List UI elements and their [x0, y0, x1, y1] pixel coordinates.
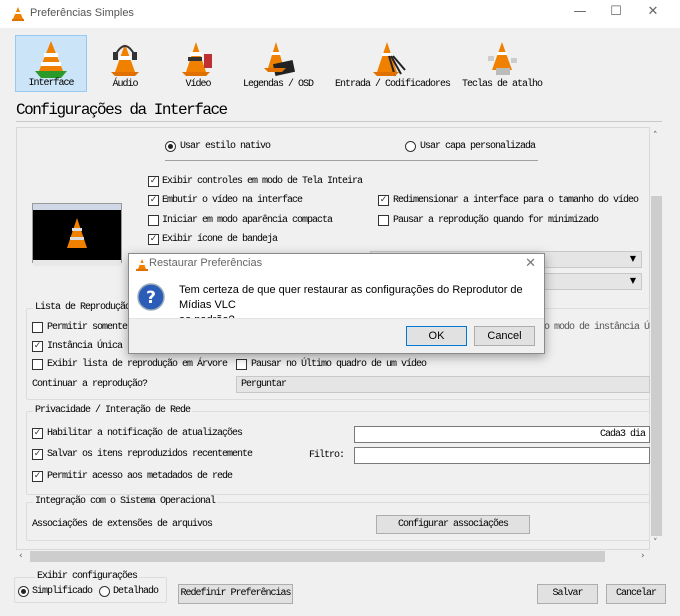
update-notification-checkbox[interactable]: ✓	[32, 428, 43, 439]
svg-text:?: ?	[146, 288, 156, 308]
advanced-radio[interactable]	[99, 586, 110, 597]
tab-label: Vídeo	[185, 79, 211, 90]
filter-label: Filtro:	[309, 450, 345, 461]
pause-minimized-checkbox[interactable]	[378, 215, 389, 226]
update-notification-label: Habilitar a notificação de atualizações	[47, 428, 243, 439]
pause-last-frame-label: Pausar no Último quadro de um vídeo	[251, 359, 427, 370]
allow-one-checkbox[interactable]	[32, 322, 43, 333]
tray-icon-label: Exibir ícone de bandeja	[162, 234, 278, 245]
save-button[interactable]: Salvar	[537, 584, 598, 604]
compact-mode-checkbox[interactable]	[148, 215, 159, 226]
tab-label: Teclas de atalho	[461, 79, 543, 90]
simple-label: Simplificado	[32, 586, 93, 597]
update-interval-spinbox[interactable]: Cada3 dia	[354, 426, 650, 443]
group-title: Privacidade / Interação de Rede	[33, 405, 193, 416]
interface-preview-image	[32, 203, 122, 266]
input-codecs-cone-icon	[373, 42, 406, 77]
vlc-logo-icon	[136, 259, 148, 271]
vlc-logo-icon	[12, 7, 24, 21]
continue-playback-select[interactable]: Perguntar	[236, 376, 650, 393]
tab-subtitles-osd[interactable]: Legendas / OSD	[242, 35, 314, 92]
save-recent-label: Salvar os itens reproduzidos recentement…	[47, 449, 253, 460]
tab-label: Entrada / Codificadores	[335, 79, 451, 90]
dialog-close-button[interactable]: ✕	[525, 255, 536, 271]
divider	[16, 121, 662, 122]
maximize-button[interactable]: ☐	[601, 4, 631, 24]
resize-interface-label: Redimensionar a interface para o tamanho…	[393, 195, 639, 206]
single-instance-label: Instância Única	[47, 341, 123, 352]
one-instance-label: o modo de instância Ún	[544, 322, 655, 333]
allow-one-label: Permitir somente	[47, 322, 128, 333]
hotkeys-cone-icon	[488, 42, 517, 75]
save-recent-checkbox[interactable]: ✓	[32, 449, 43, 460]
page-title: Configurações da Interface	[16, 101, 228, 119]
pause-minimized-label: Pausar a reprodução quando for minimizad…	[393, 215, 599, 226]
group-title: Lista de Reprodução	[33, 302, 133, 313]
tree-playlist-checkbox[interactable]	[32, 359, 43, 370]
close-button[interactable]: ✕	[638, 4, 668, 24]
embed-video-checkbox[interactable]: ✓	[148, 195, 159, 206]
tab-input-codecs[interactable]: Entrada / Codificadores	[335, 35, 451, 92]
group-title: Exibir configurações	[35, 571, 140, 582]
tab-audio[interactable]: Áudio	[89, 35, 161, 92]
native-style-label: Usar estilo nativo	[180, 141, 271, 152]
continue-playback-value: Perguntar	[241, 379, 287, 390]
scroll-left-icon[interactable]: ‹	[19, 551, 23, 561]
ok-button[interactable]: OK	[406, 326, 467, 346]
custom-skin-label: Usar capa personalizada	[420, 141, 536, 152]
reset-preferences-button[interactable]: Redefinir Preferências	[178, 584, 293, 604]
tab-interface[interactable]: Interface	[15, 35, 87, 92]
tree-playlist-label: Exibir lista de reprodução em Árvore	[47, 359, 228, 370]
group-title: Integração com o Sistema Operacional	[33, 496, 218, 507]
dialog-title: Restaurar Preferências	[149, 257, 263, 269]
embed-video-label: Embutir o vídeo na interface	[162, 195, 303, 206]
restore-preferences-dialog: Restaurar Preferências ✕ ? Tem certeza d…	[128, 253, 545, 354]
scroll-up-icon[interactable]: ˄	[653, 131, 658, 141]
scroll-right-icon[interactable]: ›	[641, 551, 645, 561]
dialog-cancel-button[interactable]: Cancel	[474, 326, 535, 346]
resize-interface-checkbox[interactable]: ✓	[378, 195, 389, 206]
divider	[165, 160, 538, 161]
tab-label: Legendas / OSD	[242, 79, 314, 90]
tab-hotkeys[interactable]: Teclas de atalho	[460, 35, 544, 92]
question-icon: ?	[137, 283, 165, 311]
cancel-button[interactable]: Cancelar	[606, 584, 666, 604]
dialog-footer: OK Cancel	[129, 318, 544, 353]
scroll-down-icon[interactable]: ˅	[653, 538, 658, 548]
network-metadata-label: Permitir acesso aos metadados de rede	[47, 471, 233, 482]
tray-icon-checkbox[interactable]: ✓	[148, 234, 159, 245]
video-cone-icon	[182, 42, 212, 76]
tab-video[interactable]: Vídeo	[162, 35, 234, 92]
single-instance-checkbox[interactable]: ✓	[32, 341, 43, 352]
native-style-radio[interactable]	[165, 141, 176, 152]
chevron-down-icon: ▼	[629, 276, 636, 285]
configure-associations-button[interactable]: Configurar associações	[376, 515, 530, 534]
subtitles-cone-icon	[264, 42, 296, 76]
vlc-cone-icon	[67, 218, 87, 248]
compact-mode-label: Iniciar em modo aparência compacta	[162, 215, 333, 226]
tab-label: Áudio	[112, 79, 138, 90]
network-metadata-checkbox[interactable]: ✓	[32, 471, 43, 482]
fullscreen-controls-label: Exibir controles em modo de Tela Inteira	[162, 176, 363, 187]
chevron-down-icon: ▼	[629, 254, 636, 263]
vertical-scrollbar-thumb[interactable]	[651, 196, 662, 536]
custom-skin-radio[interactable]	[405, 141, 416, 152]
file-associations-label: Associações de extensões de arquivos	[32, 519, 213, 530]
headphones-cone-icon	[111, 44, 139, 76]
window-title: Preferências Simples	[30, 7, 134, 19]
advanced-label: Detalhado	[113, 586, 159, 597]
horizontal-scrollbar-thumb[interactable]	[30, 551, 605, 562]
tab-label: Interface	[28, 78, 74, 89]
interface-cone-icon	[35, 41, 67, 78]
simple-radio[interactable]	[18, 586, 29, 597]
fullscreen-controls-checkbox[interactable]: ✓	[148, 176, 159, 187]
minimize-button[interactable]: —	[565, 4, 595, 24]
pause-last-frame-checkbox[interactable]	[236, 359, 247, 370]
dialog-message: Tem certeza de que quer restaurar as con…	[179, 284, 523, 311]
continue-playback-label: Continuar a reprodução?	[32, 379, 148, 390]
filter-input[interactable]	[354, 447, 650, 464]
